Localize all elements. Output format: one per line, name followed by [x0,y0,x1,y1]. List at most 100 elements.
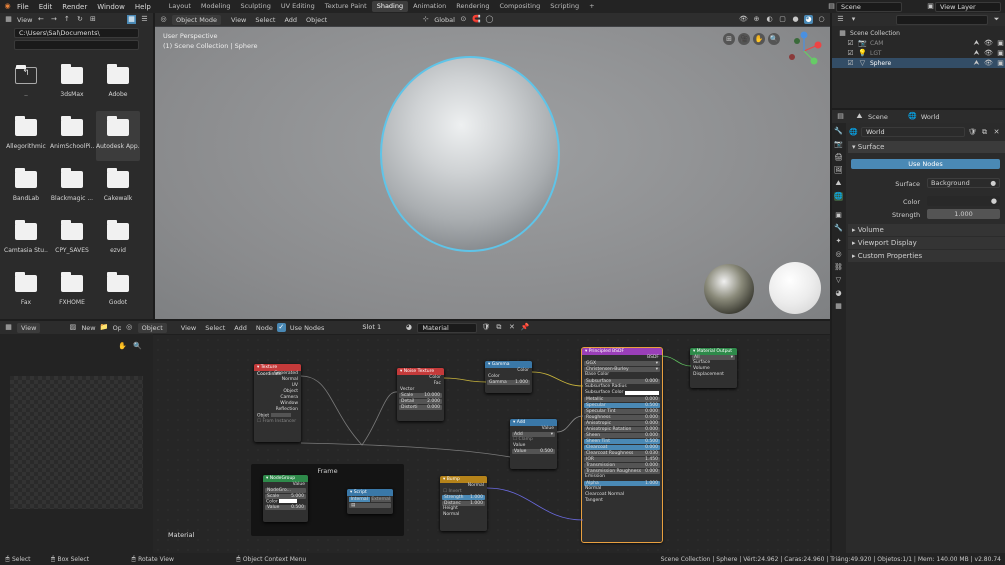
value-field[interactable]: Value 0.500 [265,505,306,510]
axis-x[interactable] [814,41,822,49]
menu-window[interactable]: Window [92,3,130,11]
gamma-node[interactable]: ▾ Gamma Color Color Gamma 1.000 [485,361,532,393]
bsdf-input-ior[interactable]: IOR 1.450 [584,457,660,462]
checkbox-icon[interactable]: ☑ [846,49,855,58]
constraints-icon[interactable]: ⛓ [834,263,843,272]
axis-gizmo[interactable] [784,29,826,71]
bump-node[interactable]: ▾ Bump Normal ☐ Invert Strength 1.000 Dis… [440,476,487,531]
modifier-icon[interactable]: 🔧 [834,224,843,233]
workspace-tab-texture-paint[interactable]: Texture Paint [320,1,372,12]
folder-item[interactable]: BandLab [4,163,48,213]
outliner-item-cam[interactable]: ☑ 📷 CAM ⮝ 👁 ▣ [832,38,1005,48]
image-view-menu[interactable]: View [17,322,41,333]
color-swatch[interactable] [625,391,659,395]
add-math-node[interactable]: ▾ Add Value Add ▾ ☐ Clamp Value Value 0.50… [510,419,557,469]
context-scene[interactable]: Scene [868,113,888,121]
node-menu-view[interactable]: View [181,324,196,332]
parent-dir-item[interactable]: ↰.. [4,59,48,109]
workspace-tab-sculpting[interactable]: Sculpting [235,1,275,12]
physics-icon[interactable]: ◎ [834,250,843,259]
bsdf-input-transmission[interactable]: Transmission 0.000 [584,463,660,468]
folder-item[interactable]: Allegorithmic [4,111,48,161]
workspace-tab-layout[interactable]: Layout [164,1,196,12]
menu-render[interactable]: Render [57,3,92,11]
node-menu-node[interactable]: Node [256,324,273,332]
tool-icon[interactable]: 🔧 [834,127,843,136]
folder-item[interactable]: Fax [4,267,48,317]
texture-coordinate-node[interactable]: ▾ Texture Coordinate Generated Normal UV Ob… [254,364,301,442]
visibility-icon[interactable]: 👁 [739,15,748,24]
unlink-icon[interactable]: ✕ [507,323,516,332]
slot-selector[interactable]: Slot 1 [358,322,401,333]
fake-user-icon[interactable]: 🛡 [968,128,977,137]
mode-selector[interactable]: Object Mode [172,14,221,25]
bsdf-input-anisotropic[interactable]: Anisotropic 0.000 [584,421,660,426]
render-icon[interactable]: 📷 [834,140,843,149]
view-layer-selector[interactable]: View Layer [935,1,1001,12]
filter-icon[interactable]: ▾ [849,15,858,24]
shading-material-icon[interactable]: ◕ [804,15,813,24]
material-name-field[interactable]: Material [417,322,478,333]
camera-icon[interactable]: 🎥 [738,33,750,45]
folder-item[interactable]: CPY_SAVES [50,215,94,265]
funnel-icon[interactable]: ⏷ [992,15,1001,24]
pin-icon[interactable]: 📌 [520,323,530,332]
outliner-item-sphere[interactable]: ☑ ▽ Sphere ⮝ 👁 ▣ [832,58,1005,68]
bsdf-input-sheen-tint[interactable]: Sheen Tint 0.500 [584,439,660,444]
editor-type-icon[interactable]: ▤ [836,112,845,121]
editor-type-icon[interactable]: ▦ [4,323,13,332]
object-icon[interactable]: ▣ [834,211,843,220]
scale-field[interactable]: Scale 10.000 [399,393,442,398]
texture-icon[interactable]: ▦ [834,302,843,311]
use-nodes-checkbox[interactable]: ✓ [276,323,286,332]
distortion-field[interactable]: Distorti 0.000 [399,405,442,410]
outliner-search[interactable] [896,14,988,25]
viewport-menu-select[interactable]: Select [255,16,275,24]
menu-edit[interactable]: Edit [34,3,58,11]
outliner-item-lgt[interactable]: ☑ 💡 LGT ⮝ 👁 ▣ [832,48,1005,58]
overlay-icon[interactable]: ◐ [765,15,774,24]
bsdf-input-specular[interactable]: Specular 0.500 [584,403,660,408]
image-canvas[interactable] [10,376,143,509]
zoom-icon[interactable]: 🔍 [133,342,142,351]
fake-user-icon[interactable]: 🛡 [481,323,490,332]
render-camera-icon[interactable]: ▣ [996,49,1005,58]
select-arrow-icon[interactable]: ⮝ [972,39,981,48]
node-menu-select[interactable]: Select [205,324,225,332]
axis-y[interactable] [810,57,818,65]
parent-dir-icon[interactable]: ↑ [62,15,71,24]
checkbox-icon[interactable]: ☑ [846,59,855,68]
new-image-button[interactable]: New [81,324,95,332]
bsdf-input-sheen[interactable]: Sheen 0.000 [584,433,660,438]
bsdf-input-specular-tint[interactable]: Specular Tint 0.000 [584,409,660,414]
viewport-menu-object[interactable]: Object [306,16,327,24]
script-text-field[interactable]: ▤ [349,503,391,508]
render-camera-icon[interactable]: ▣ [996,59,1005,68]
unlink-icon[interactable]: ✕ [992,128,1001,137]
checkbox-icon[interactable]: ☑ [846,39,855,48]
world-name-field[interactable]: World [861,127,965,137]
folder-item[interactable]: Autodesk App... [96,111,140,161]
color-swatch[interactable] [279,499,298,503]
open-image-button[interactable]: Open [113,324,121,332]
viewport-area[interactable]: User Perspective (1) Scene Collection | … [155,27,830,319]
group-name-field[interactable]: NodeGro... [265,488,306,493]
bsdf-input-anisotropic-rotation[interactable]: Anisotropic Rotation 0.000 [584,427,660,432]
folder-item[interactable]: Godot [96,267,140,317]
bsdf-input-clearcoat-roughness[interactable]: Clearcoat Roughness 0.030 [584,451,660,456]
eye-icon[interactable]: 👁 [984,49,993,58]
editor-type-icon[interactable]: ☰ [836,15,845,24]
eye-icon[interactable]: 👁 [984,59,993,68]
add-workspace-button[interactable]: + [584,1,599,12]
object-field[interactable] [270,413,291,417]
folder-item[interactable]: Blackmagic ... [50,163,94,213]
principled-bsdf-node[interactable]: ▾ Principled BSDF BSDF GGX ▾ Christensen-… [581,347,663,543]
axis-z[interactable] [800,31,808,39]
shading-solid-icon[interactable]: ● [791,15,800,24]
image-editor[interactable]: ✋ 🔍 [0,334,153,553]
proportional-edit-icon[interactable]: ◯ [485,15,494,24]
list-view-icon[interactable]: ☰ [140,15,149,24]
shader-type-selector[interactable]: Object [137,322,167,333]
xray-icon[interactable]: ▢ [778,15,787,24]
outliner-root[interactable]: ▦ Scene Collection [832,26,1005,38]
